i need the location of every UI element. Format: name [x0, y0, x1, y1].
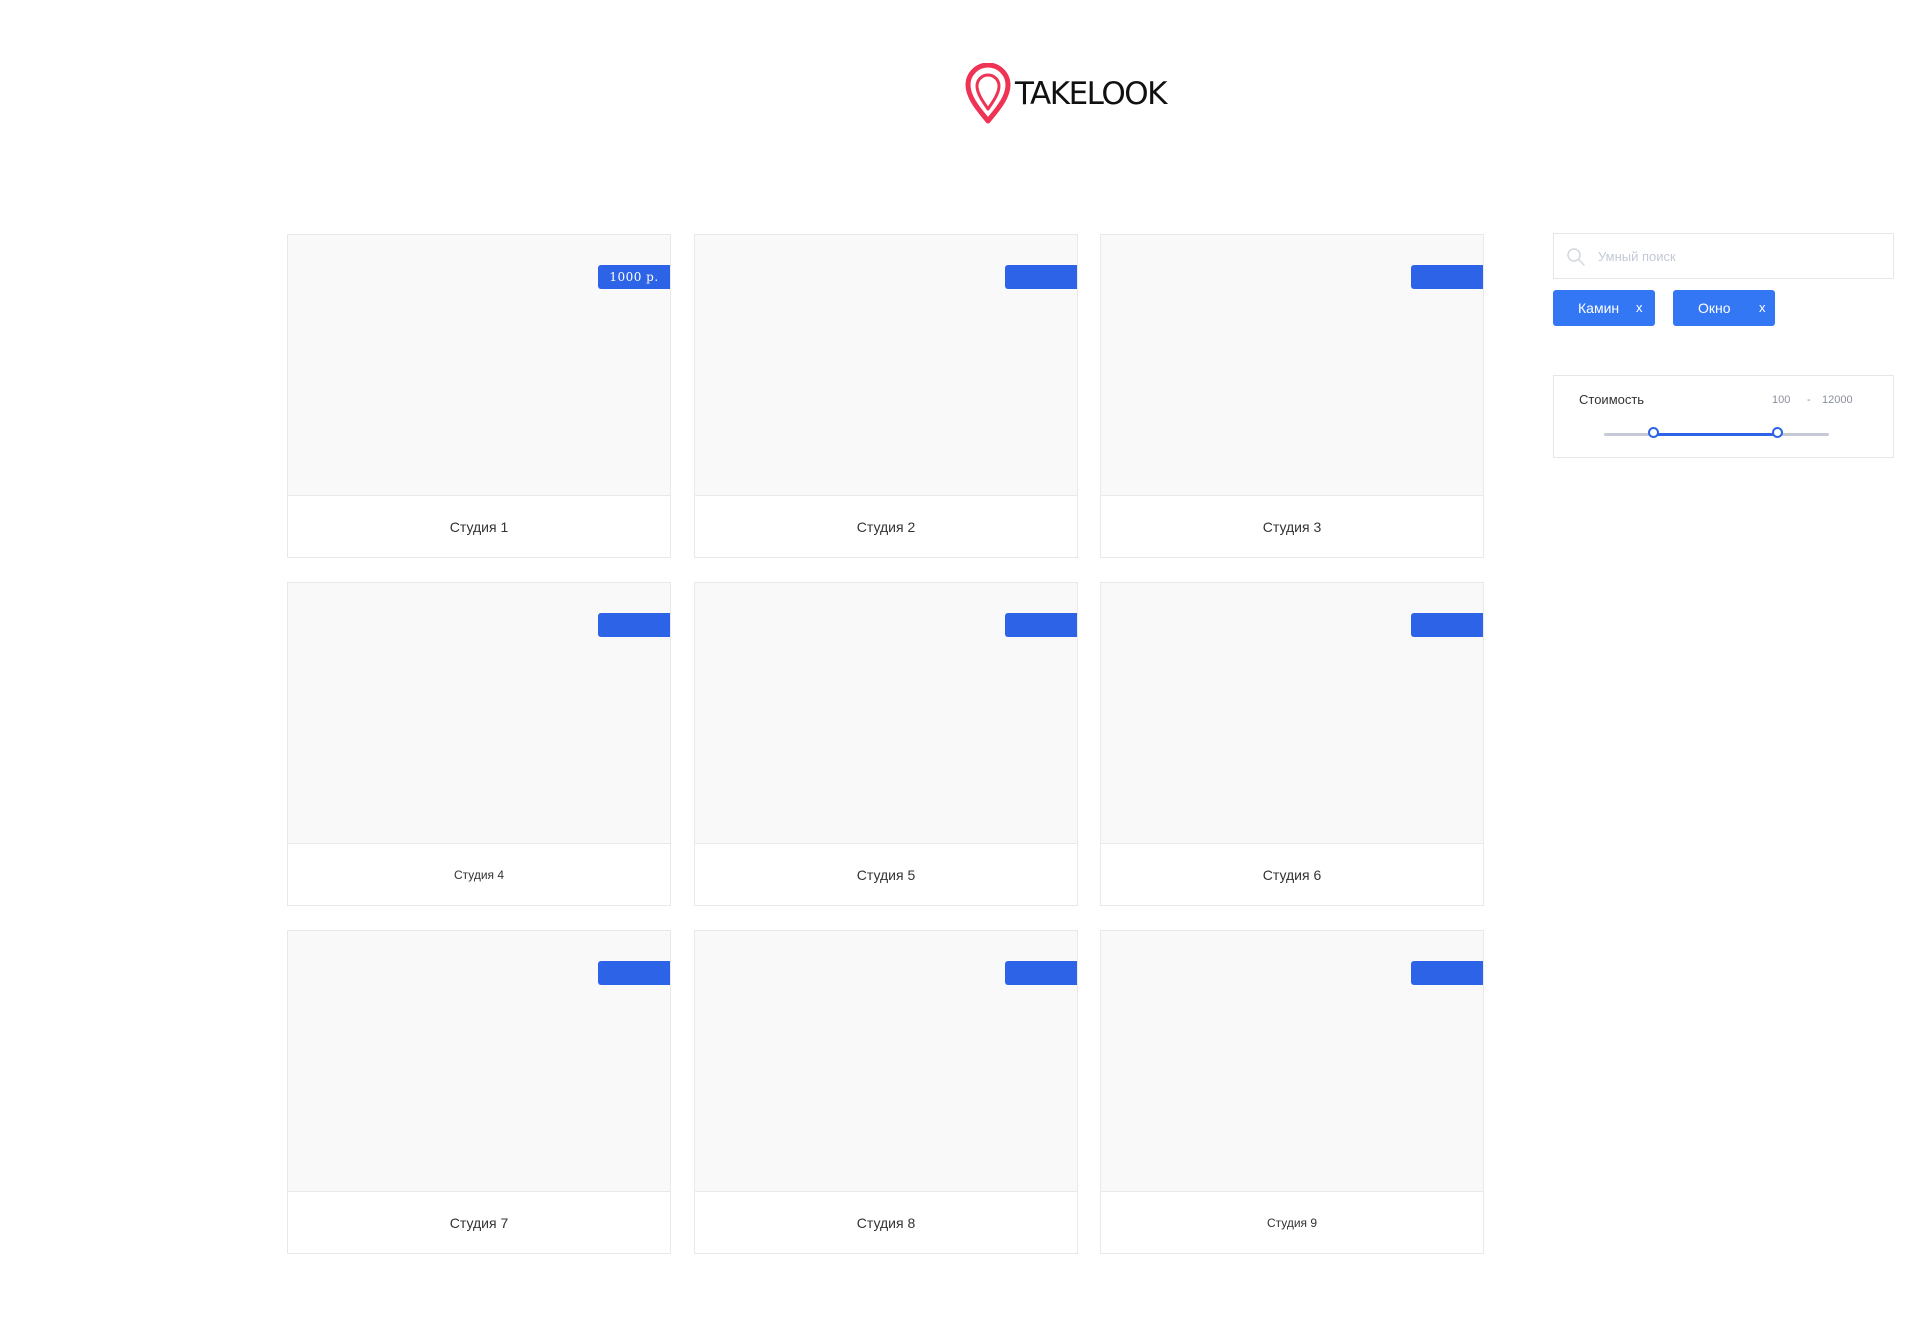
logo-text: TAKELOOK [1015, 75, 1167, 112]
price-tag [1005, 961, 1077, 985]
price-tag [1005, 613, 1077, 637]
price-tag [1411, 961, 1483, 985]
location-pin-icon [965, 63, 1011, 124]
card-title[interactable]: Студия 7 [288, 1192, 670, 1254]
price-slider-track[interactable] [1604, 427, 1829, 438]
studio-card[interactable]: Студия 2 [694, 234, 1078, 558]
price-tag [1411, 265, 1483, 289]
studio-card[interactable]: Студия 7 [287, 930, 671, 1254]
price-tag [1005, 265, 1077, 289]
filter-chip-okno[interactable]: Окно x [1673, 290, 1775, 326]
price-tag [1411, 613, 1483, 637]
price-slider-range [1653, 433, 1778, 436]
logo[interactable]: TAKELOOK [963, 63, 1167, 125]
price-tag [598, 613, 670, 637]
studio-card[interactable]: Студия 5 [694, 582, 1078, 906]
card-title[interactable]: Студия 9 [1101, 1192, 1483, 1254]
chip-remove-button[interactable]: x [1759, 290, 1766, 326]
card-title[interactable]: Студия 4 [288, 844, 670, 906]
filter-chip-kamin[interactable]: Камин x [1553, 290, 1655, 326]
card-title[interactable]: Студия 8 [695, 1192, 1077, 1254]
studio-card[interactable]: 1000 р. Студия 1 [287, 234, 671, 558]
price-filter-panel: Стоимость 100 - 12000 [1553, 375, 1894, 458]
studio-card[interactable]: Студия 8 [694, 930, 1078, 1254]
chip-label: Камин [1578, 300, 1620, 316]
studio-card[interactable]: Студия 4 [287, 582, 671, 906]
price-max-value: 12000 [1822, 394, 1853, 406]
search-icon [1567, 248, 1585, 266]
chip-remove-button[interactable]: x [1636, 290, 1643, 326]
search-input[interactable] [1598, 234, 1878, 278]
card-title[interactable]: Студия 1 [288, 496, 670, 558]
price-range-separator: - [1807, 394, 1811, 406]
chip-label: Окно [1698, 300, 1731, 316]
price-min-value: 100 [1772, 394, 1791, 406]
search-box[interactable] [1553, 233, 1894, 279]
price-slider-min-handle[interactable] [1648, 427, 1659, 438]
studio-card[interactable]: Студия 6 [1100, 582, 1484, 906]
card-title[interactable]: Студия 2 [695, 496, 1077, 558]
price-slider-max-handle[interactable] [1771, 427, 1783, 438]
price-tag [598, 961, 670, 985]
card-title[interactable]: Студия 6 [1101, 844, 1483, 906]
studio-card[interactable]: Студия 3 [1100, 234, 1484, 558]
card-title[interactable]: Студия 3 [1101, 496, 1483, 558]
price-filter-label: Стоимость [1579, 392, 1645, 407]
studio-card[interactable]: Студия 9 [1100, 930, 1484, 1254]
card-title[interactable]: Студия 5 [695, 844, 1077, 906]
price-tag: 1000 р. [598, 265, 670, 289]
